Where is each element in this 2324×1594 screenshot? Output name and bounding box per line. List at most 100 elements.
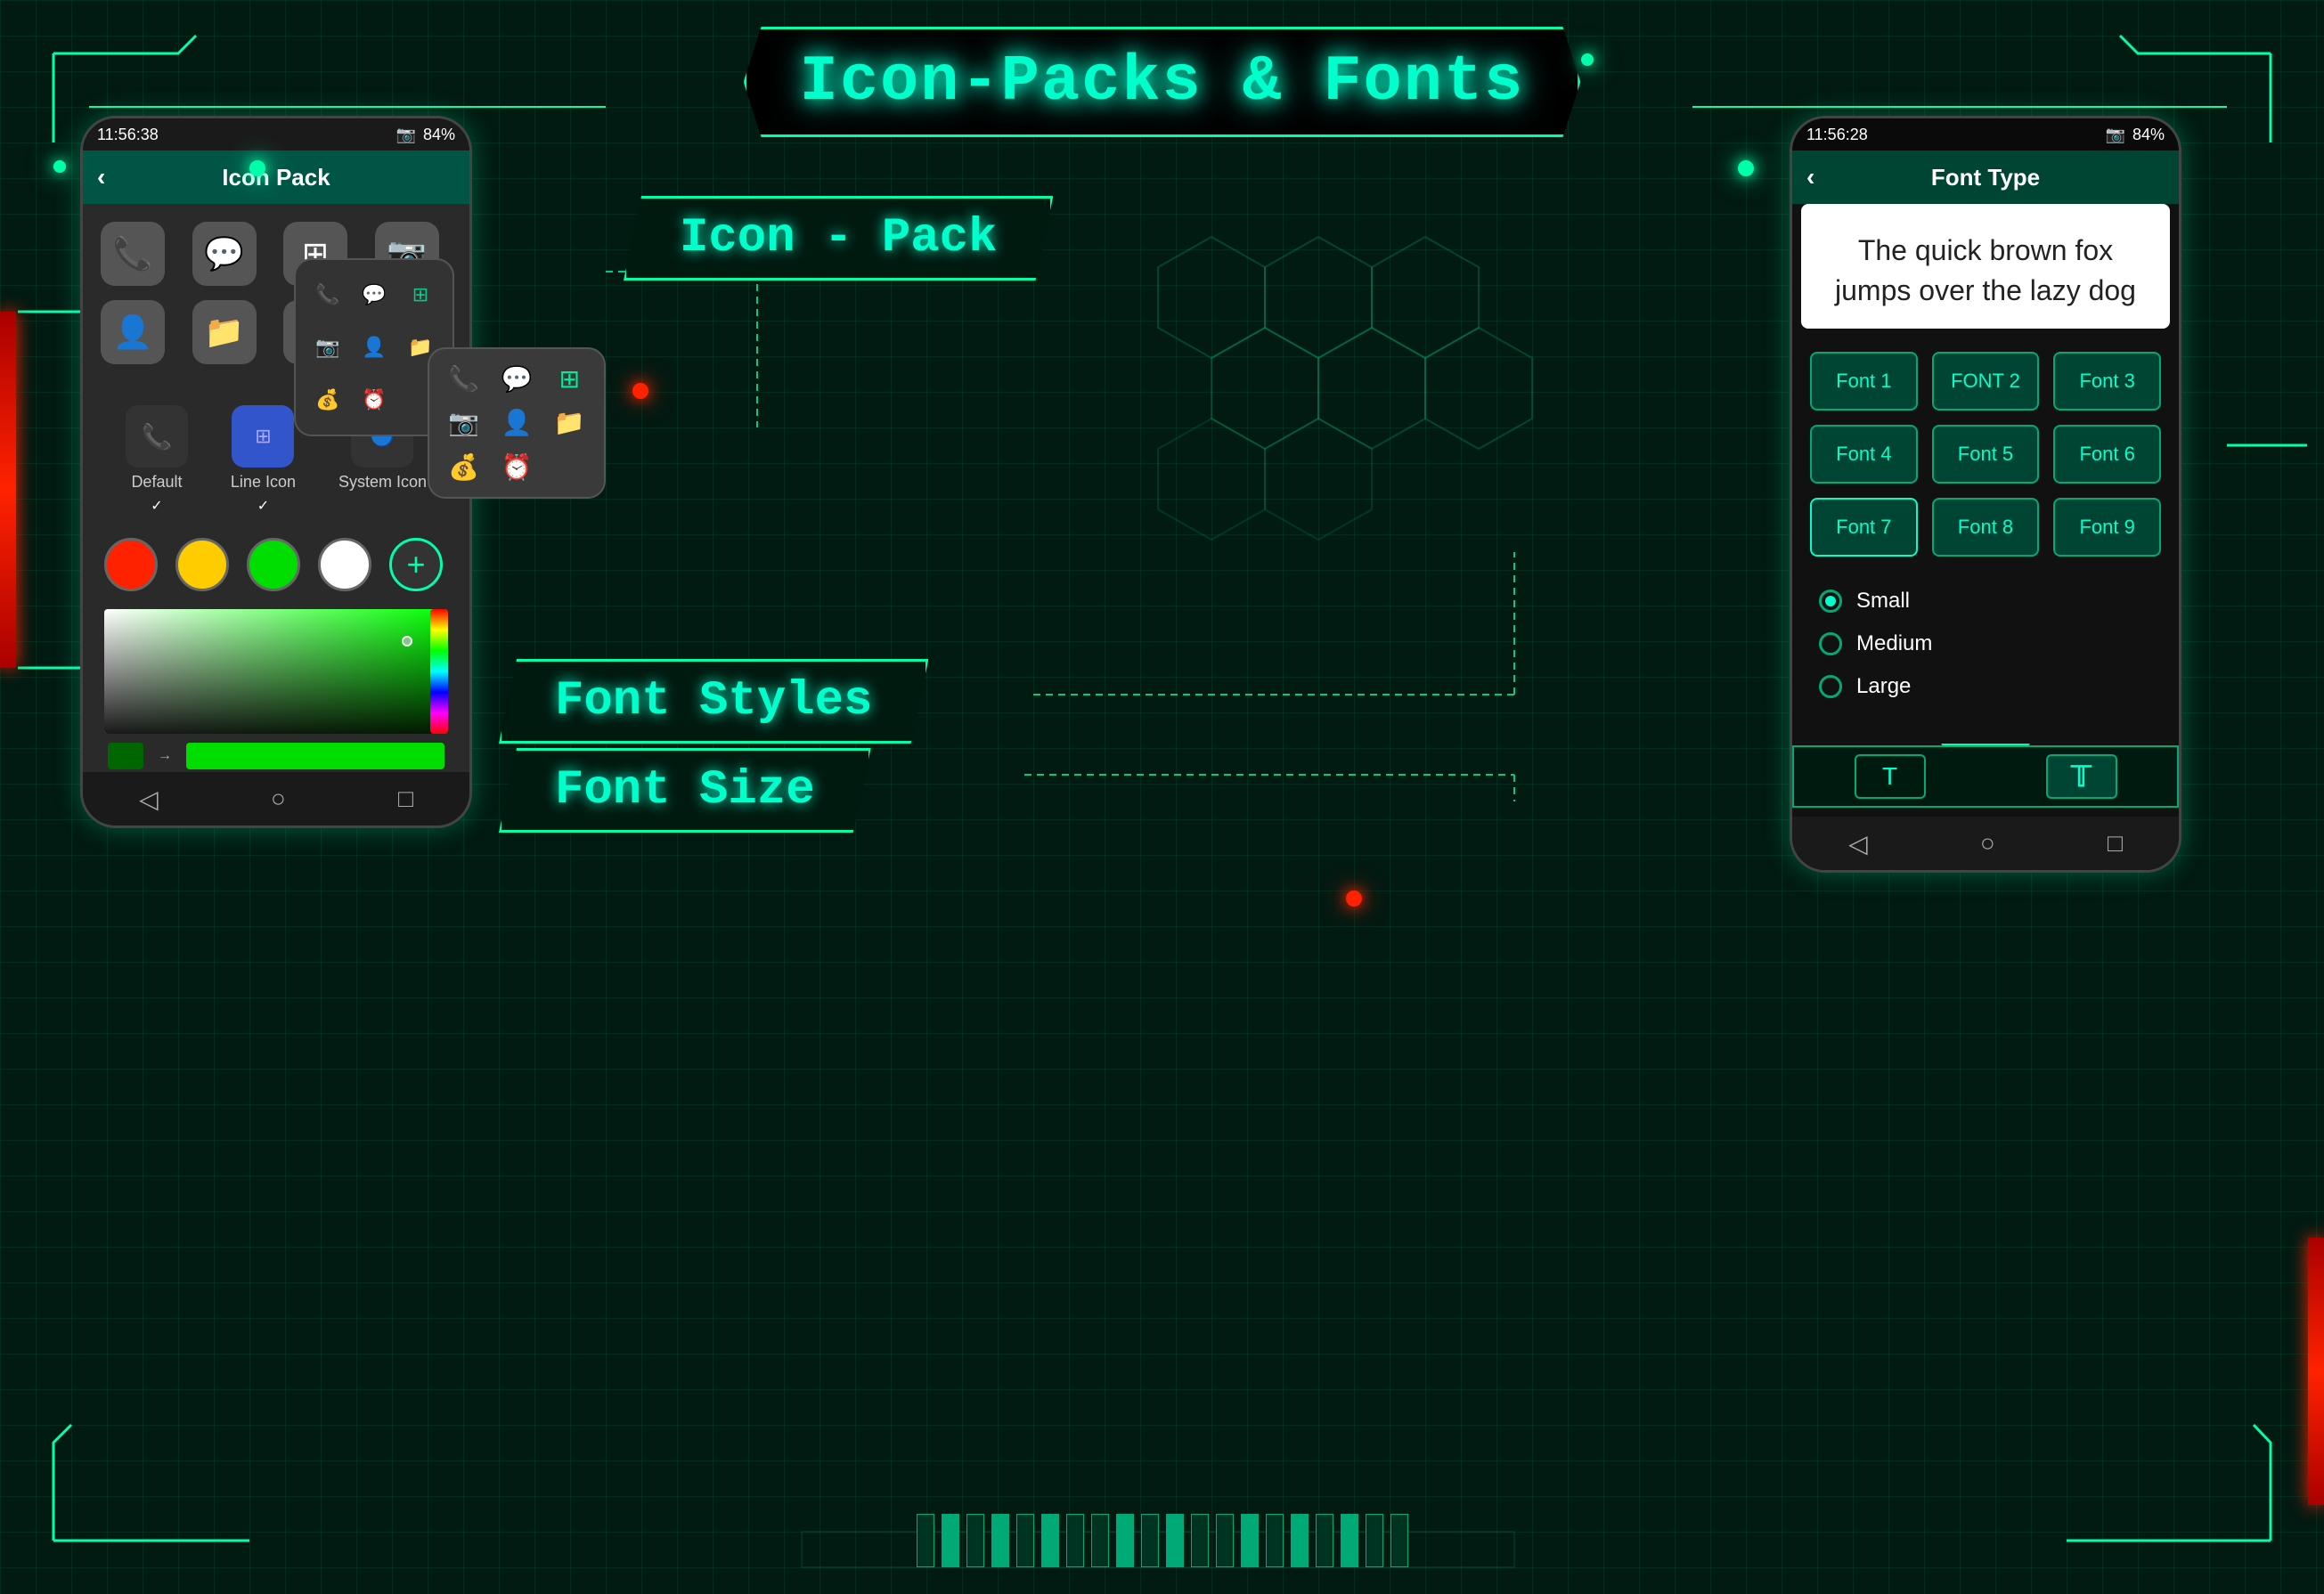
neon-dot-3 [1581,53,1594,66]
bar-5 [1016,1514,1034,1567]
bar-18 [1341,1514,1358,1567]
radio-large[interactable] [1819,675,1842,698]
red-bar-right [2308,1238,2324,1505]
font-size-section: Small Medium Large [1792,571,2179,735]
mini-phone: 📞 [310,274,346,316]
font-btn-6[interactable]: Font 6 [2053,425,2161,484]
bar-2 [942,1514,959,1567]
radio-medium[interactable] [1819,632,1842,655]
neon-dot-4 [53,160,66,173]
color-spectrum[interactable] [430,609,448,734]
main-title-text: Icon-Packs & Fonts [800,45,1525,118]
main-title-container: Icon-Packs & Fonts [744,27,1581,137]
icon-type-default[interactable]: 📞 Default ✓ [126,405,188,515]
nav-back[interactable]: ◁ [139,785,159,814]
toolbar-font-icon[interactable]: T [1855,754,1926,799]
nav-home[interactable]: ○ [271,785,286,813]
nav-recent[interactable]: □ [398,785,413,813]
bar-4 [991,1514,1009,1567]
left-back-btn[interactable]: ‹ [97,163,105,191]
icon-phone[interactable]: 📞 [101,222,165,286]
bar-14 [1241,1514,1259,1567]
mini-user: 👤 [356,327,392,369]
font-btn-3[interactable]: Font 3 [2053,352,2161,411]
mini-msg: 💬 [356,274,392,316]
font-t-active-icon: 𝕋 [2071,760,2092,793]
color-picker: → [104,609,448,769]
front-user: 👤 [494,405,538,440]
left-screen-title: Icon Pack [222,164,330,191]
size-medium-label: Medium [1856,631,1932,656]
mini-cam: 📷 [310,327,346,369]
red-bar-left [0,312,16,668]
bar-8 [1091,1514,1109,1567]
mini-grid: ⊞ [403,274,438,316]
size-large-label: Large [1856,674,1911,699]
bar-11 [1166,1514,1184,1567]
font-btn-1[interactable]: Font 1 [1810,352,1918,411]
size-small[interactable]: Small [1819,589,2152,614]
font-btn-8[interactable]: Font 8 [1932,498,2040,557]
bar-20 [1390,1514,1408,1567]
font-size-label: Font Size [555,763,815,817]
color-yellow[interactable] [175,538,229,591]
font-grid: Font 1 FONT 2 Font 3 Font 4 Font 5 Font … [1792,338,2179,571]
color-red[interactable] [104,538,158,591]
radio-small[interactable] [1819,590,1842,613]
line-thumb: ⊞ [232,405,294,468]
right-nav-home[interactable]: ○ [1980,829,1995,858]
font-styles-banner: Font Styles [499,659,928,744]
icon-contact[interactable]: 👤 [101,300,165,364]
icon-folder[interactable]: 📁 [192,300,257,364]
font-btn-9[interactable]: Font 9 [2053,498,2161,557]
right-screen-title: Font Type [1931,164,2040,191]
font-size-banner: Font Size [499,748,871,833]
color-new [186,743,444,769]
bar-15 [1266,1514,1284,1567]
icon-pack-label: Icon - Pack [680,211,997,265]
red-dot-1 [632,383,648,399]
bar-7 [1066,1514,1084,1567]
right-back-btn[interactable]: ‹ [1806,163,1814,191]
right-nav-recent[interactable]: □ [2108,829,2123,858]
font-preview-text: The quick brown fox jumps over the lazy … [1801,204,2170,329]
size-small-label: Small [1856,589,1910,614]
font-btn-5[interactable]: Font 5 [1932,425,2040,484]
bar-16 [1291,1514,1309,1567]
color-gradient-box[interactable] [104,609,448,734]
color-cursor[interactable] [402,636,412,647]
default-thumb: 📞 [126,405,188,468]
size-large[interactable]: Large [1819,674,2152,699]
color-old [108,743,143,769]
front-msg: 💬 [494,362,538,396]
left-phone: 11:56:38 📷 84% ‹ Icon Pack 📞 💬 ⊞ 📷 👤 📁 📅 [80,116,472,828]
icon-sms[interactable]: 💬 [192,222,257,286]
icon-type-line[interactable]: ⊞ Line Icon ✓ [231,405,296,515]
font-btn-4[interactable]: Font 4 [1810,425,1918,484]
right-camera-icon: 📷 [2106,126,2125,144]
toolbar-font-active[interactable]: 𝕋 [2046,754,2117,799]
font-btn-2[interactable]: FONT 2 [1932,352,2040,411]
right-phone-screen: 11:56:28 📷 84% ‹ Font Type The quick bro… [1792,118,2179,870]
color-row: + [83,529,469,600]
right-status-time: 11:56:28 [1806,126,1868,144]
color-green[interactable] [247,538,300,591]
icon-panel-front: 📞 💬 ⊞ 📷 👤 📁 💰 ⏰ [428,347,606,499]
add-color-btn[interactable]: + [389,538,443,591]
right-nav-back[interactable]: ◁ [1848,829,1868,858]
icon-pack-banner: Icon - Pack [624,196,1053,281]
bar-13 [1216,1514,1234,1567]
bar-1 [917,1514,934,1567]
right-phone: 11:56:28 📷 84% ‹ Font Type The quick bro… [1790,116,2181,873]
color-white[interactable] [318,538,371,591]
left-status-time: 11:56:38 [97,126,159,144]
neon-dot-2 [1738,160,1754,176]
size-medium[interactable]: Medium [1819,631,2152,656]
bottom-bar-decoration [917,1514,1408,1567]
battery-indicator: 84% [423,126,455,144]
radio-small-fill [1825,596,1836,606]
front-folder: 📁 [548,405,591,440]
font-btn-7[interactable]: Font 7 [1810,498,1918,557]
right-status-bar: 11:56:28 📷 84% [1792,118,2179,150]
neon-dot-1 [249,160,265,176]
